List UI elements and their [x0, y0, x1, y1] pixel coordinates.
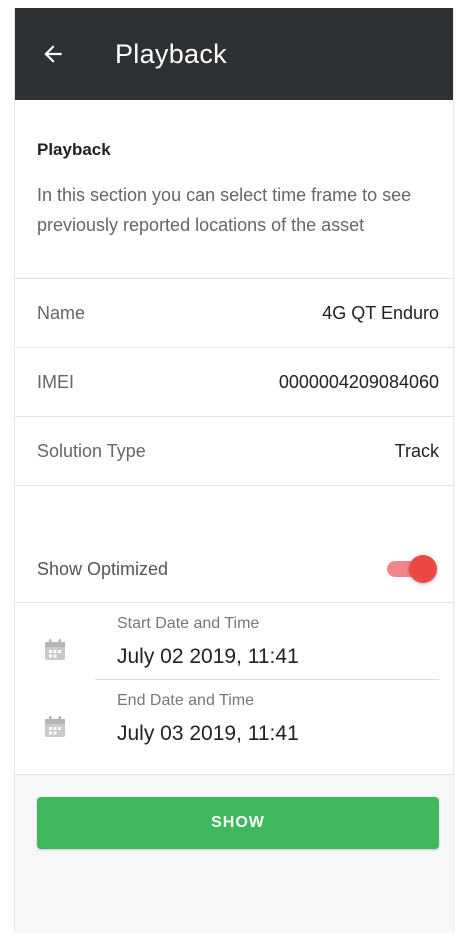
page-title: Playback [115, 38, 227, 69]
end-date-body: End Date and Time July 03 2019, 11:41 [95, 692, 439, 756]
toggle-knob [409, 555, 437, 583]
end-date-field[interactable]: End Date and Time July 03 2019, 11:41 [15, 680, 453, 756]
app-bar: Playback [15, 8, 453, 100]
detail-label: Name [37, 302, 86, 323]
section-heading: Playback [37, 140, 111, 159]
detail-value: 4G QT Enduro [322, 302, 439, 323]
start-date-value: July 02 2019, 11:41 [117, 645, 299, 668]
detail-row-imei: IMEI 0000004209084060 [15, 348, 453, 417]
end-date-label: End Date and Time [117, 692, 254, 709]
start-date-field[interactable]: Start Date and Time July 02 2019, 11:41 [15, 603, 453, 680]
arrow-left-icon [44, 45, 62, 63]
detail-label: IMEI [37, 371, 75, 392]
calendar-icon [45, 716, 65, 737]
show-optimized-label: Show Optimized [37, 559, 169, 579]
start-date-body: Start Date and Time July 02 2019, 11:41 [95, 615, 439, 680]
end-date-value: July 03 2019, 11:41 [117, 722, 299, 745]
calendar-icon-wrap [15, 615, 95, 663]
calendar-icon [45, 639, 65, 660]
back-button[interactable] [23, 8, 83, 100]
playback-screen: Playback Playback In this section you ca… [14, 8, 454, 933]
footer: SHOW [15, 775, 453, 849]
show-optimized-toggle[interactable] [385, 552, 439, 584]
detail-value: Track [394, 440, 439, 461]
detail-row-solution-type: Solution Type Track [15, 417, 453, 486]
section-description: In this section you can select time fram… [37, 185, 412, 235]
start-date-label: Start Date and Time [117, 615, 260, 632]
calendar-icon-wrap [15, 692, 95, 740]
detail-label: Solution Type [37, 440, 146, 461]
show-button[interactable]: SHOW [37, 797, 439, 849]
show-optimized-row: Show Optimized [15, 486, 453, 603]
detail-row-name: Name 4G QT Enduro [15, 279, 453, 348]
detail-value: 0000004209084060 [278, 371, 439, 392]
date-range-section: Start Date and Time July 02 2019, 11:41 [15, 603, 453, 775]
intro-section: Playback In this section you can select … [15, 100, 453, 279]
